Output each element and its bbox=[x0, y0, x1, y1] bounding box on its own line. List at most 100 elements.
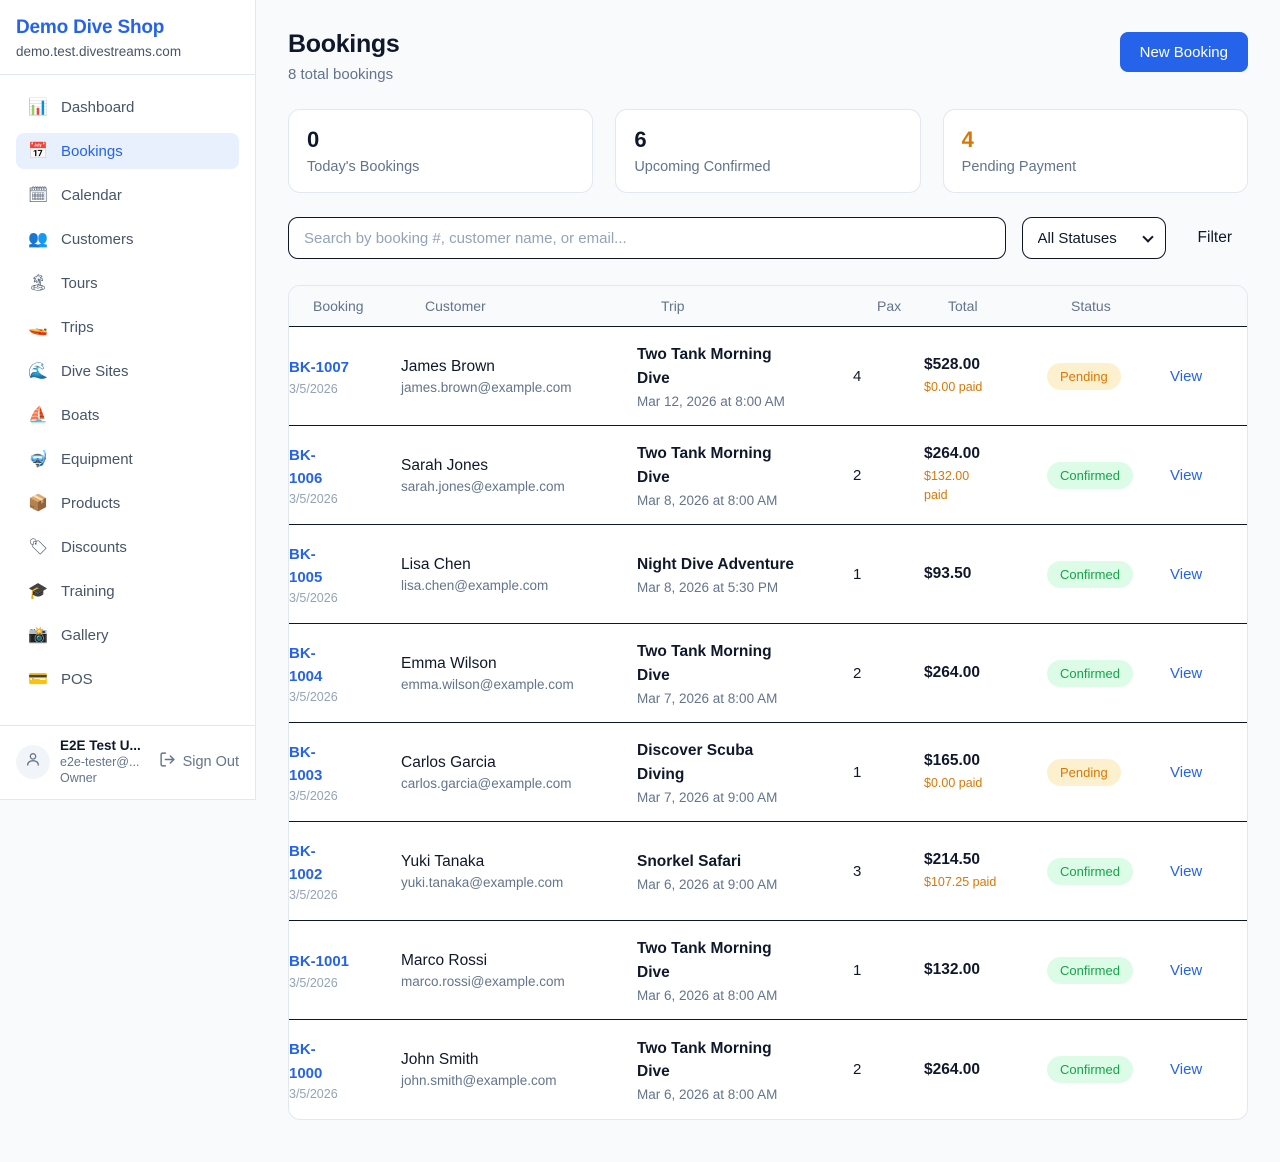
booking-code-link[interactable]: BK- 1005 bbox=[289, 543, 387, 590]
sign-out-icon bbox=[159, 751, 176, 772]
booking-code-link[interactable]: BK- 1004 bbox=[289, 642, 387, 689]
brand-domain: demo.test.divestreams.com bbox=[16, 44, 239, 59]
total-cell: $132.00 bbox=[924, 961, 1047, 979]
sidebar-item-dive-sites[interactable]: 🌊 Dive Sites bbox=[16, 353, 239, 389]
booking-cell: BK- 1003 3/5/2026 bbox=[289, 741, 401, 804]
trip-cell: Two Tank Morning Dive Mar 7, 2026 at 8:0… bbox=[637, 640, 853, 706]
person-icon bbox=[25, 751, 41, 772]
wave-icon: 🌊 bbox=[28, 361, 48, 381]
sidebar-item-tours[interactable]: 🏝 Tours bbox=[16, 265, 239, 301]
customer-name: Lisa Chen bbox=[401, 556, 623, 574]
total-amount: $264.00 bbox=[924, 1061, 1033, 1079]
pax-value: 3 bbox=[853, 863, 924, 880]
booking-cell: BK-1007 3/5/2026 bbox=[289, 356, 401, 395]
column-header-booking: Booking bbox=[313, 298, 425, 314]
view-link[interactable]: View bbox=[1170, 863, 1247, 880]
view-link[interactable]: View bbox=[1170, 764, 1247, 781]
sidebar-item-bookings[interactable]: 📅 Bookings bbox=[16, 133, 239, 169]
pax-value: 2 bbox=[853, 467, 924, 484]
pax-value: 1 bbox=[853, 764, 924, 781]
filter-button[interactable]: Filter bbox=[1182, 229, 1248, 247]
view-link[interactable]: View bbox=[1170, 1061, 1247, 1078]
booking-date: 3/5/2026 bbox=[289, 591, 387, 605]
sidebar-item-customers[interactable]: 👥 Customers bbox=[16, 221, 239, 257]
customer-name: James Brown bbox=[401, 358, 623, 376]
booking-cell: BK- 1002 3/5/2026 bbox=[289, 840, 401, 903]
sidebar-item-discounts[interactable]: 🏷 Discounts bbox=[16, 529, 239, 565]
table-body: BK-1007 3/5/2026 James Brown james.brown… bbox=[289, 327, 1247, 1119]
view-link[interactable]: View bbox=[1170, 566, 1247, 583]
status-select[interactable]: All Statuses bbox=[1022, 217, 1166, 259]
status-badge: Confirmed bbox=[1047, 957, 1133, 984]
pax-value: 1 bbox=[853, 566, 924, 583]
island-icon: 🏝 bbox=[28, 273, 48, 293]
pax-value: 4 bbox=[853, 368, 924, 385]
new-booking-button[interactable]: New Booking bbox=[1120, 32, 1248, 72]
booking-date: 3/5/2026 bbox=[289, 690, 387, 704]
trip-cell: Discover Scuba Diving Mar 7, 2026 at 9:0… bbox=[637, 739, 853, 805]
trip-name: Night Dive Adventure bbox=[637, 553, 839, 576]
view-link[interactable]: View bbox=[1170, 665, 1247, 682]
status-cell: Confirmed bbox=[1047, 858, 1170, 885]
pax-value: 1 bbox=[853, 962, 924, 979]
view-link[interactable]: View bbox=[1170, 467, 1247, 484]
booking-code-link[interactable]: BK- 1002 bbox=[289, 840, 387, 887]
status-badge: Confirmed bbox=[1047, 462, 1133, 489]
trip-name: Two Tank Morning Dive bbox=[637, 640, 839, 687]
trip-date: Mar 6, 2026 at 9:00 AM bbox=[637, 877, 839, 892]
table-row: BK-1001 3/5/2026 Marco Rossi marco.rossi… bbox=[289, 921, 1247, 1020]
sidebar-item-boats[interactable]: ⛵ Boats bbox=[16, 397, 239, 433]
booking-date: 3/5/2026 bbox=[289, 492, 387, 506]
sidebar-item-pos[interactable]: 💳 POS bbox=[16, 661, 239, 697]
trip-date: Mar 7, 2026 at 8:00 AM bbox=[637, 691, 839, 706]
trip-cell: Snorkel Safari Mar 6, 2026 at 9:00 AM bbox=[637, 850, 853, 892]
trip-date: Mar 12, 2026 at 8:00 AM bbox=[637, 394, 839, 409]
status-badge: Confirmed bbox=[1047, 858, 1133, 885]
total-amount: $93.50 bbox=[924, 565, 1033, 583]
customer-email: sarah.jones@example.com bbox=[401, 479, 623, 494]
sidebar-item-products[interactable]: 📦 Products bbox=[16, 485, 239, 521]
trip-name: Discover Scuba Diving bbox=[637, 739, 839, 786]
customer-email: lisa.chen@example.com bbox=[401, 578, 623, 593]
label-tag-icon: 🏷 bbox=[28, 537, 48, 557]
total-amount: $264.00 bbox=[924, 664, 1033, 682]
view-link[interactable]: View bbox=[1170, 368, 1247, 385]
booking-cell: BK- 1006 3/5/2026 bbox=[289, 444, 401, 507]
table-row: BK- 1000 3/5/2026 John Smith john.smith@… bbox=[289, 1020, 1247, 1119]
user-name: E2E Test U... bbox=[60, 738, 149, 753]
sidebar-item-dashboard[interactable]: 📊 Dashboard bbox=[16, 89, 239, 125]
total-cell: $214.50 $107.25 paid bbox=[924, 851, 1047, 892]
booking-code-link[interactable]: BK-1001 bbox=[289, 950, 387, 973]
user-meta: E2E Test U... e2e-tester@... Owner bbox=[60, 738, 149, 785]
view-link[interactable]: View bbox=[1170, 962, 1247, 979]
sidebar-item-calendar[interactable]: 🗓 Calendar bbox=[16, 177, 239, 213]
booking-code-link[interactable]: BK-1007 bbox=[289, 356, 387, 379]
sign-out-button[interactable]: Sign Out bbox=[159, 751, 239, 772]
booking-code-link[interactable]: BK- 1003 bbox=[289, 741, 387, 788]
total-cell: $264.00 bbox=[924, 664, 1047, 682]
customer-cell: John Smith john.smith@example.com bbox=[401, 1051, 637, 1088]
paid-amount: $132.00 paid bbox=[924, 467, 1033, 505]
status-cell: Pending bbox=[1047, 363, 1170, 390]
stat-card-upcoming-confirmed: 6 Upcoming Confirmed bbox=[615, 109, 920, 193]
status-cell: Confirmed bbox=[1047, 660, 1170, 687]
user-role: Owner bbox=[60, 771, 149, 785]
search-input[interactable] bbox=[288, 217, 1006, 259]
trip-cell: Two Tank Morning Dive Mar 12, 2026 at 8:… bbox=[637, 343, 853, 409]
sidebar-item-gallery[interactable]: 📸 Gallery bbox=[16, 617, 239, 653]
status-select-wrap: All Statuses bbox=[1022, 217, 1166, 259]
column-header-customer: Customer bbox=[425, 298, 661, 314]
page-title-block: Bookings 8 total bookings bbox=[288, 30, 400, 83]
customer-cell: Lisa Chen lisa.chen@example.com bbox=[401, 556, 637, 593]
sailboat-icon: ⛵ bbox=[28, 405, 48, 425]
total-amount: $214.50 bbox=[924, 851, 1033, 869]
status-cell: Confirmed bbox=[1047, 561, 1170, 588]
sidebar-item-trips[interactable]: 🚤 Trips bbox=[16, 309, 239, 345]
customer-name: Sarah Jones bbox=[401, 457, 623, 475]
sidebar-item-training[interactable]: 🎓 Training bbox=[16, 573, 239, 609]
booking-code-link[interactable]: BK- 1000 bbox=[289, 1038, 387, 1085]
total-cell: $264.00 bbox=[924, 1061, 1047, 1079]
sidebar-item-equipment[interactable]: 🤿 Equipment bbox=[16, 441, 239, 477]
main-content: Bookings 8 total bookings New Booking 0 … bbox=[256, 0, 1280, 1148]
booking-code-link[interactable]: BK- 1006 bbox=[289, 444, 387, 491]
